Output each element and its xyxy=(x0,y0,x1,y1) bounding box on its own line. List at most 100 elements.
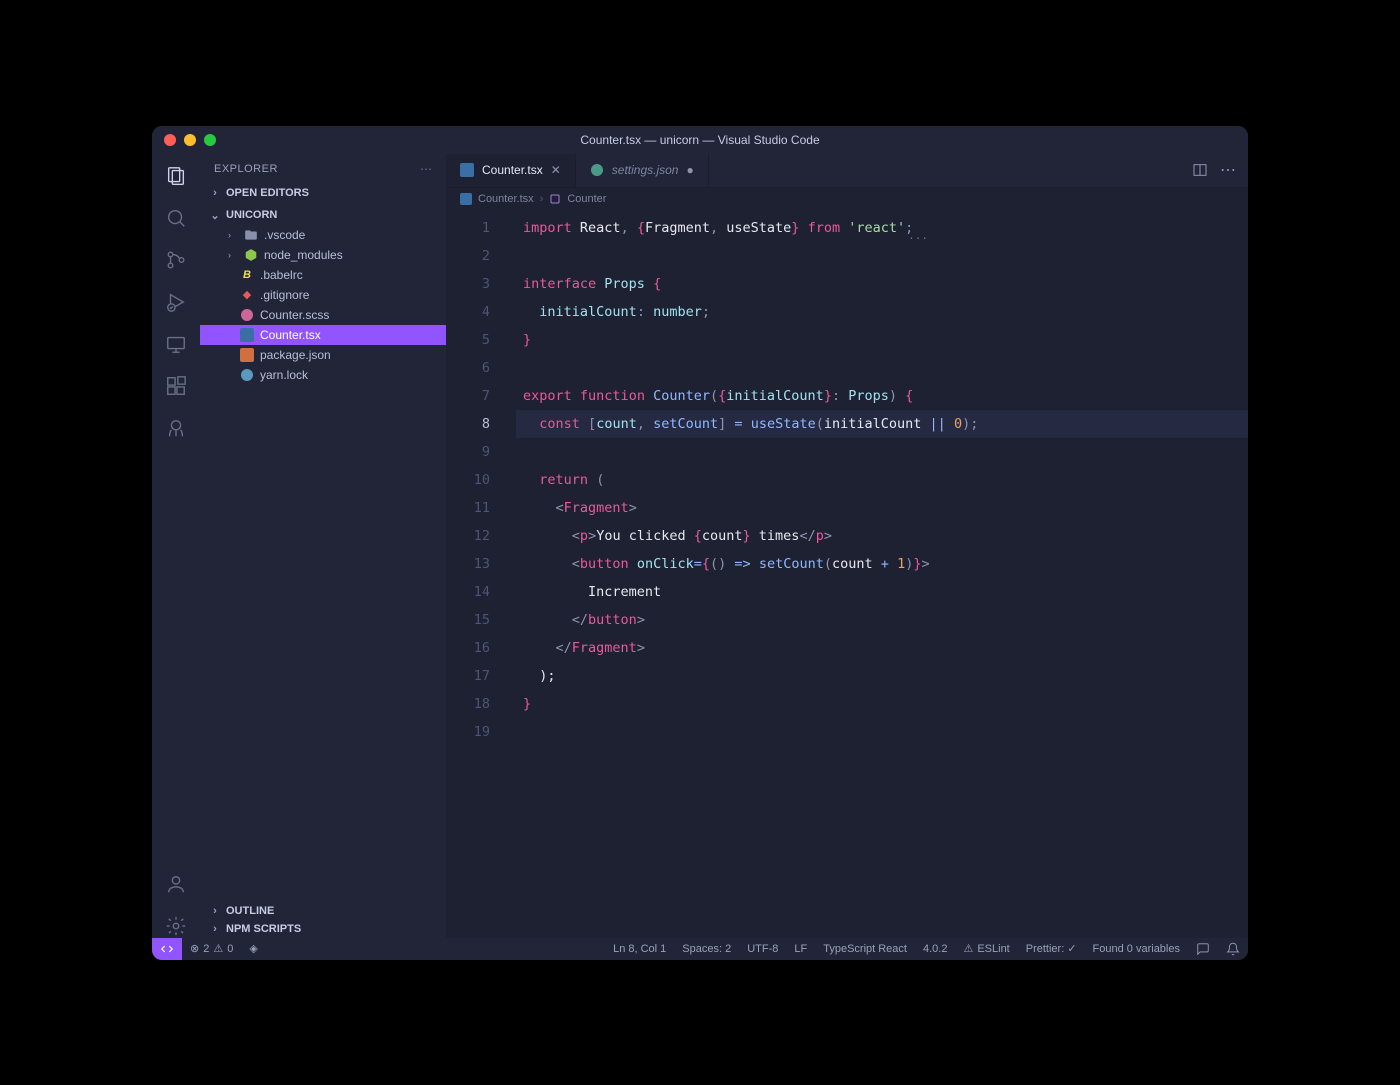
code-line[interactable]: } xyxy=(516,326,1248,354)
git-icon: ◆ xyxy=(240,288,254,302)
minimize-window-button[interactable] xyxy=(184,134,196,146)
tab-Counter-tsx[interactable]: Counter.tsx✕ xyxy=(446,154,576,187)
code-line[interactable]: import React, {Fragment, useState} from … xyxy=(516,214,1248,242)
folder-icon xyxy=(244,228,258,242)
code-line[interactable]: interface Props { xyxy=(516,270,1248,298)
project-section[interactable]: ⌄UNICORN xyxy=(200,206,446,225)
eol[interactable]: LF xyxy=(786,938,815,960)
line-number[interactable]: 8 xyxy=(446,410,490,438)
code-line[interactable]: <Fragment> xyxy=(516,494,1248,522)
npm-scripts-section[interactable]: ›NPM SCRIPTS xyxy=(200,920,446,938)
window-title: Counter.tsx — unicorn — Visual Studio Co… xyxy=(580,133,819,147)
line-number[interactable]: 4 xyxy=(446,298,490,326)
code-line[interactable] xyxy=(516,718,1248,746)
code-line[interactable] xyxy=(516,438,1248,466)
extensions-icon[interactable] xyxy=(164,374,188,398)
code-line[interactable]: </Fragment> xyxy=(516,634,1248,662)
code-line[interactable]: ); xyxy=(516,662,1248,690)
code-line[interactable]: <p>You clicked {count} times</p> xyxy=(516,522,1248,550)
notifications-icon[interactable] xyxy=(1218,938,1248,960)
vscode-window: Counter.tsx — unicorn — Visual Studio Co… xyxy=(152,126,1248,960)
code-line[interactable] xyxy=(516,354,1248,382)
tree-item--vscode[interactable]: ›.vscode xyxy=(200,225,446,245)
file-tree: ›.vscode›node_modulesB.babelrc◆.gitignor… xyxy=(200,225,446,385)
json-icon xyxy=(590,163,604,177)
prettier-status[interactable]: Prettier: ✓ xyxy=(1018,938,1085,960)
tab-settings-json[interactable]: settings.json● xyxy=(576,154,709,187)
code-editor[interactable]: 12345678910111213141516171819 ... import… xyxy=(446,210,1248,938)
tree-item--babelrc[interactable]: B.babelrc xyxy=(200,265,446,285)
line-number[interactable]: 18 xyxy=(446,690,490,718)
remote-icon[interactable] xyxy=(164,332,188,356)
scss-icon xyxy=(240,308,254,322)
code-line[interactable]: const [count, setCount] = useState(initi… xyxy=(516,410,1248,438)
language-mode[interactable]: TypeScript React xyxy=(815,938,915,960)
tree-item-Counter-scss[interactable]: Counter.scss xyxy=(200,305,446,325)
tree-item--gitignore[interactable]: ◆.gitignore xyxy=(200,285,446,305)
line-number[interactable]: 3 xyxy=(446,270,490,298)
variables-found[interactable]: Found 0 variables xyxy=(1085,938,1188,960)
tree-item-yarn-lock[interactable]: yarn.lock xyxy=(200,365,446,385)
babel-icon: B xyxy=(240,268,254,282)
source-control-icon[interactable] xyxy=(164,248,188,272)
code-line[interactable]: <button onClick={() => setCount(count + … xyxy=(516,550,1248,578)
account-icon[interactable] xyxy=(164,872,188,896)
indentation[interactable]: Spaces: 2 xyxy=(674,938,739,960)
explorer-icon[interactable] xyxy=(164,164,188,188)
tree-item-node_modules[interactable]: ›node_modules xyxy=(200,245,446,265)
line-number[interactable]: 6 xyxy=(446,354,490,382)
ports-icon[interactable]: ◈ xyxy=(241,938,265,960)
close-window-button[interactable] xyxy=(164,134,176,146)
breadcrumb[interactable]: Counter.tsx › Counter xyxy=(446,188,1248,210)
gitlens-icon[interactable] xyxy=(164,416,188,440)
line-number[interactable]: 19 xyxy=(446,718,490,746)
outline-section[interactable]: ›OUTLINE xyxy=(200,902,446,920)
line-number[interactable]: 11 xyxy=(446,494,490,522)
search-icon[interactable] xyxy=(164,206,188,230)
line-number[interactable]: 17 xyxy=(446,662,490,690)
open-editors-section[interactable]: ›OPEN EDITORS xyxy=(200,184,446,202)
line-number[interactable]: 2 xyxy=(446,242,490,270)
line-number[interactable]: 9 xyxy=(446,438,490,466)
code-line[interactable]: export function Counter({initialCount}: … xyxy=(516,382,1248,410)
more-icon[interactable]: ⋯ xyxy=(420,162,432,176)
split-editor-icon[interactable] xyxy=(1192,162,1208,178)
line-number[interactable]: 1 xyxy=(446,214,490,242)
tree-item-package-json[interactable]: package.json xyxy=(200,345,446,365)
line-number[interactable]: 15 xyxy=(446,606,490,634)
json-icon xyxy=(240,348,254,362)
cursor-position[interactable]: Ln 8, Col 1 xyxy=(605,938,674,960)
debug-icon[interactable] xyxy=(164,290,188,314)
maximize-window-button[interactable] xyxy=(204,134,216,146)
sidebar-header: EXPLORER ⋯ xyxy=(200,154,446,182)
code-line[interactable]: </button> xyxy=(516,606,1248,634)
code-line[interactable]: Increment xyxy=(516,578,1248,606)
line-number[interactable]: 13 xyxy=(446,550,490,578)
line-number[interactable]: 14 xyxy=(446,578,490,606)
ts-version[interactable]: 4.0.2 xyxy=(915,938,955,960)
eslint-status[interactable]: ⚠ESLint xyxy=(955,938,1017,960)
remote-indicator[interactable] xyxy=(152,938,182,960)
dirty-indicator-icon: ● xyxy=(686,163,693,177)
code-line[interactable]: return ( xyxy=(516,466,1248,494)
status-bar: ⊗2⚠0 ◈ Ln 8, Col 1 Spaces: 2 UTF-8 LF Ty… xyxy=(152,938,1248,960)
code-line[interactable] xyxy=(516,242,1248,270)
encoding[interactable]: UTF-8 xyxy=(739,938,786,960)
code-lines: ... import React, {Fragment, useState} f… xyxy=(506,210,1248,938)
line-number[interactable]: 7 xyxy=(446,382,490,410)
feedback-icon[interactable] xyxy=(1188,938,1218,960)
line-number[interactable]: 5 xyxy=(446,326,490,354)
problems-button[interactable]: ⊗2⚠0 xyxy=(182,938,241,960)
code-line[interactable]: } xyxy=(516,690,1248,718)
traffic-lights xyxy=(152,134,216,146)
more-actions-icon[interactable]: ⋯ xyxy=(1220,160,1236,180)
line-number[interactable]: 12 xyxy=(446,522,490,550)
tree-item-Counter-tsx[interactable]: Counter.tsx xyxy=(200,325,446,345)
yarn-icon xyxy=(240,368,254,382)
code-line[interactable]: initialCount: number; xyxy=(516,298,1248,326)
line-number[interactable]: 10 xyxy=(446,466,490,494)
activity-bar xyxy=(152,154,200,938)
line-number[interactable]: 16 xyxy=(446,634,490,662)
close-tab-icon[interactable]: ✕ xyxy=(551,163,561,177)
settings-icon[interactable] xyxy=(164,914,188,938)
